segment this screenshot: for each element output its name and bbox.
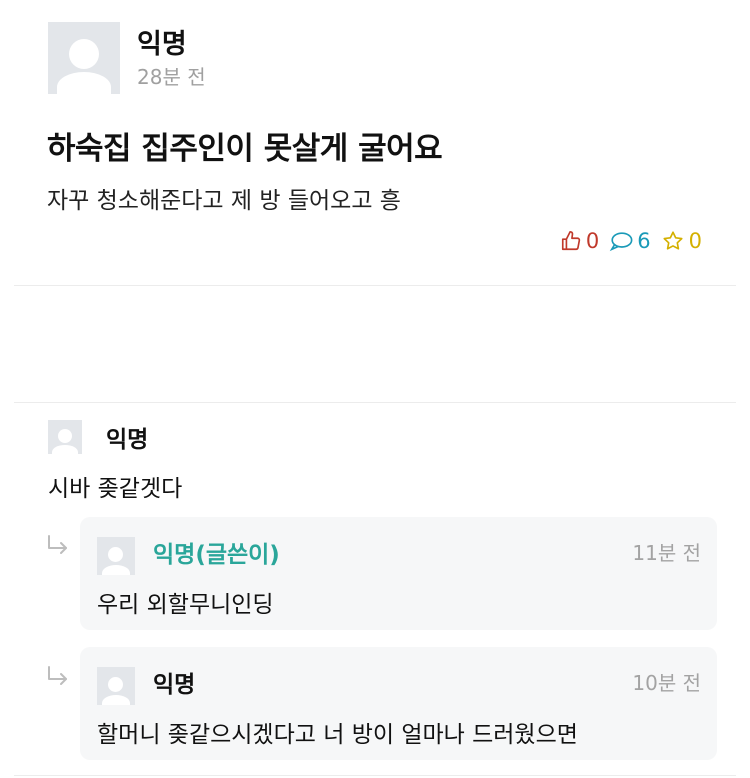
reply-author-name[interactable]: 익명 (153, 665, 195, 699)
reply-timestamp: 11분 전 (632, 541, 701, 565)
reply-card: 익명 10분 전 할머니 좆같으시겠다고 너 방이 얼마나 드러웠으면 (80, 647, 717, 760)
reply-arrow-icon (48, 666, 67, 685)
comment-count-button[interactable]: 6 (609, 229, 651, 253)
comment-author-avatar[interactable] (48, 420, 82, 454)
thumbs-up-icon (561, 231, 581, 251)
reply-arrow-icon (48, 535, 67, 554)
bottom-divider (14, 775, 736, 776)
post-author-avatar[interactable] (48, 22, 120, 94)
star-icon (663, 231, 683, 250)
comment-count: 6 (637, 229, 651, 253)
reply-author-avatar[interactable] (97, 667, 135, 705)
reply-author-name[interactable]: 익명(글쓴이) (153, 535, 280, 569)
comments-divider (14, 402, 736, 403)
like-count: 0 (585, 229, 600, 253)
like-button[interactable]: 0 (560, 229, 599, 253)
comment-author-name[interactable]: 익명 (106, 420, 148, 454)
post-body: 자꾸 청소해준다고 제 방 들어오고 흥 (47, 188, 401, 214)
post-title: 하숙집 집주인이 못살게 굴어요 (47, 131, 443, 167)
reply-author-avatar[interactable] (97, 537, 135, 575)
reply-text: 할머니 좆같으시겠다고 너 방이 얼마나 드러웠으면 (97, 722, 578, 748)
comment-text: 시바 좆같겟다 (48, 476, 183, 502)
scrap-button[interactable]: 0 (661, 229, 702, 253)
post-timestamp: 28분 전 (137, 65, 206, 89)
reply-card: 익명(글쓴이) 11분 전 우리 외할무니인딩 (80, 517, 717, 630)
reply-timestamp: 10분 전 (632, 671, 701, 695)
post-author-name[interactable]: 익명 (137, 22, 187, 61)
reply-text: 우리 외할무니인딩 (97, 592, 274, 618)
speech-bubble-icon (609, 232, 633, 252)
scrap-count: 0 (688, 229, 702, 253)
post-divider (14, 285, 736, 286)
post-stats: 0 6 0 (550, 229, 702, 253)
